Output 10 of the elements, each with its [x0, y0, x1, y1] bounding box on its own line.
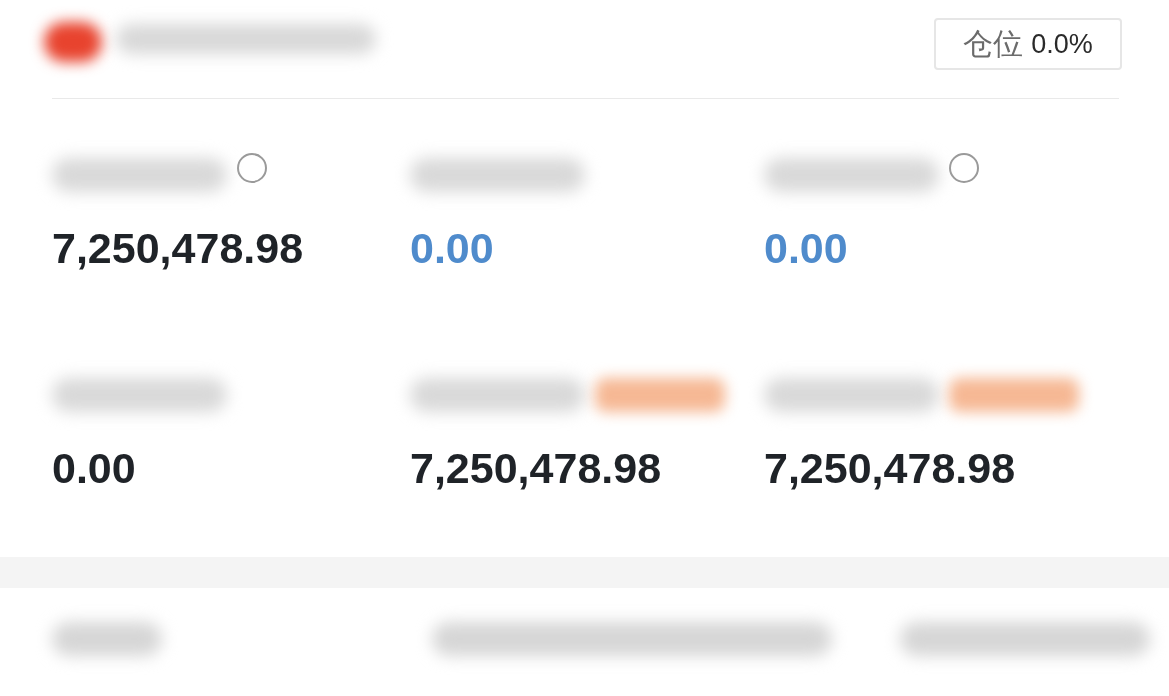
metric-value: 0.00 [764, 224, 848, 272]
blurred-logo [44, 22, 102, 62]
info-icon[interactable] [237, 153, 267, 183]
position-button[interactable]: 仓位 0.0% [934, 18, 1122, 70]
metric-value: 7,250,478.98 [410, 444, 662, 492]
metric-value: 0.00 [410, 224, 494, 272]
metric-value: 7,250,478.98 [52, 224, 304, 272]
info-icon[interactable] [949, 153, 979, 183]
metric-value: 7,250,478.98 [764, 444, 1016, 492]
metric-value: 0.00 [52, 444, 136, 492]
